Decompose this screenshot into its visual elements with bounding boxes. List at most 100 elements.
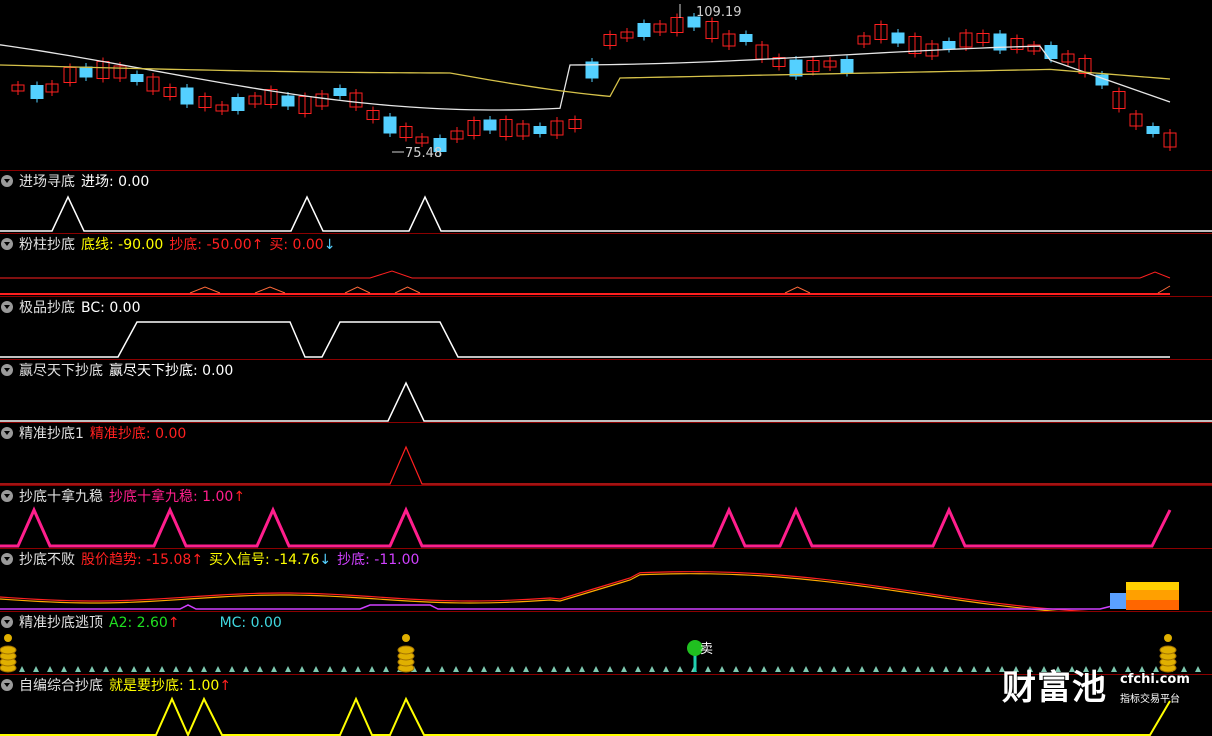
indicator-plot xyxy=(0,381,1212,422)
candle-body xyxy=(79,66,93,78)
panel-jipin[interactable]: 极品抄底 BC: 0.00 xyxy=(0,297,1212,360)
tick-marker-icon xyxy=(145,666,151,672)
bump-line xyxy=(1157,285,1171,294)
tick-marker-icon xyxy=(551,666,557,672)
coin-stack-icon xyxy=(1164,634,1172,642)
coin-stack-icon xyxy=(0,645,17,655)
candle-body xyxy=(739,34,753,42)
candle-body xyxy=(231,97,245,111)
tick-marker-icon xyxy=(649,666,655,672)
tick-marker-icon xyxy=(929,666,935,672)
panel-taoding[interactable]: 精准抄底逃顶 A2: 2.60↑ MC: 0.00 卖 xyxy=(0,612,1212,675)
tick-marker-icon xyxy=(817,666,823,672)
tick-marker-icon xyxy=(985,666,991,672)
candle-body xyxy=(789,59,803,77)
panel-jingzhun1[interactable]: 精准抄底1 精准抄底: 0.00 xyxy=(0,423,1212,486)
candle-body xyxy=(533,126,547,134)
panel-fenzhu[interactable]: 粉柱抄底 底线: -90.00 抄底: -50.00↑ 买: 0.00↓ xyxy=(0,234,1212,297)
tick-marker-icon xyxy=(33,666,39,672)
bar-block xyxy=(1126,582,1179,590)
tick-marker-icon xyxy=(229,666,235,672)
tick-marker-icon xyxy=(369,666,375,672)
price-high-label: 109.19 xyxy=(696,5,742,20)
tick-marker-icon xyxy=(89,666,95,672)
tick-marker-icon xyxy=(299,666,305,672)
candle-body xyxy=(333,88,347,96)
panel-yingjin[interactable]: 赢尽天下抄底 赢尽天下抄底: 0.00 xyxy=(0,360,1212,423)
tick-marker-icon xyxy=(901,666,907,672)
price-low-label: 75.48 xyxy=(405,146,443,161)
coin-stack-icon xyxy=(397,645,415,655)
tick-marker-icon xyxy=(831,666,837,672)
tick-marker-icon xyxy=(971,666,977,672)
signal-line xyxy=(0,573,1059,611)
tick-marker-icon xyxy=(117,666,123,672)
bump-line xyxy=(189,286,221,294)
tick-marker-icon xyxy=(257,666,263,672)
candle-body xyxy=(180,87,194,105)
tick-marker-icon xyxy=(761,666,767,672)
indicator-plot xyxy=(0,270,1171,295)
tick-marker-icon xyxy=(509,666,515,672)
tick-marker-icon xyxy=(859,666,865,672)
tick-marker-icon xyxy=(593,666,599,672)
indicator-plot xyxy=(0,506,1172,548)
tick-marker-icon xyxy=(173,666,179,672)
candle-body xyxy=(281,95,295,107)
tick-marker-icon xyxy=(159,666,165,672)
tick-marker-icon xyxy=(495,666,501,672)
panel-shinajiuwen[interactable]: 抄底十拿九稳 抄底十拿九稳: 1.00↑ xyxy=(0,486,1212,549)
watermark-logo: 财富池 cfchi.com 指标交易平台 xyxy=(1002,668,1190,708)
signal-line xyxy=(0,195,1212,232)
indicator-plot xyxy=(0,445,1212,485)
candle-body xyxy=(637,23,651,37)
tick-marker-icon xyxy=(243,666,249,672)
tick-marker-icon xyxy=(523,666,529,672)
tick-marker-icon xyxy=(75,666,81,672)
signal-line xyxy=(0,381,1212,422)
bottom-line xyxy=(0,270,1171,279)
tick-marker-icon xyxy=(271,666,277,672)
indicator-plot xyxy=(0,571,1179,611)
tick-marker-icon xyxy=(61,666,67,672)
candle-body xyxy=(1146,126,1160,134)
tick-marker-icon xyxy=(467,666,473,672)
bump-line xyxy=(344,286,371,294)
tick-marker-icon xyxy=(327,666,333,672)
tick-marker-icon xyxy=(537,666,543,672)
panel-bubai[interactable]: 抄底不败 股价趋势: -15.08↑ 买入信号: -14.76↓ 抄底: -11.00 xyxy=(0,549,1212,612)
tick-marker-icon xyxy=(607,666,613,672)
tick-marker-icon xyxy=(341,666,347,672)
tick-marker-icon xyxy=(887,666,893,672)
tick-marker-icon xyxy=(481,666,487,672)
coin-stack-icon xyxy=(4,634,12,642)
tick-marker-icon xyxy=(383,666,389,672)
tick-marker-icon xyxy=(957,666,963,672)
candle-body xyxy=(130,74,144,82)
tick-marker-icon xyxy=(621,666,627,672)
indicator-plot xyxy=(0,195,1212,232)
coin-stack-icon xyxy=(1159,645,1177,655)
tick-marker-icon xyxy=(677,666,683,672)
trend-line xyxy=(0,571,1089,611)
tick-marker-icon xyxy=(635,666,641,672)
signal-line xyxy=(0,445,1212,485)
indicator-plot xyxy=(0,321,1170,358)
candle-body xyxy=(942,41,956,49)
tick-marker-icon xyxy=(943,666,949,672)
tick-marker-icon xyxy=(201,666,207,672)
tick-marker-icon xyxy=(719,666,725,672)
tick-marker-icon xyxy=(215,666,221,672)
watermark-domain: cfchi.com xyxy=(1120,672,1190,687)
tick-marker-icon xyxy=(705,666,711,672)
tick-marker-icon xyxy=(285,666,291,672)
signal-line xyxy=(0,696,1171,736)
panel-jinchang[interactable]: 进场寻底 进场: 0.00 xyxy=(0,171,1212,234)
watermark-brand: 财富池 xyxy=(1002,668,1107,708)
tick-marker-icon xyxy=(915,666,921,672)
bar-block xyxy=(1126,600,1179,610)
candlestick-chart xyxy=(0,4,1177,156)
bump-line xyxy=(254,286,286,294)
price-chart-pane[interactable]: 109.19 75.48 xyxy=(0,0,1212,171)
coin-stack-icon xyxy=(402,634,410,642)
